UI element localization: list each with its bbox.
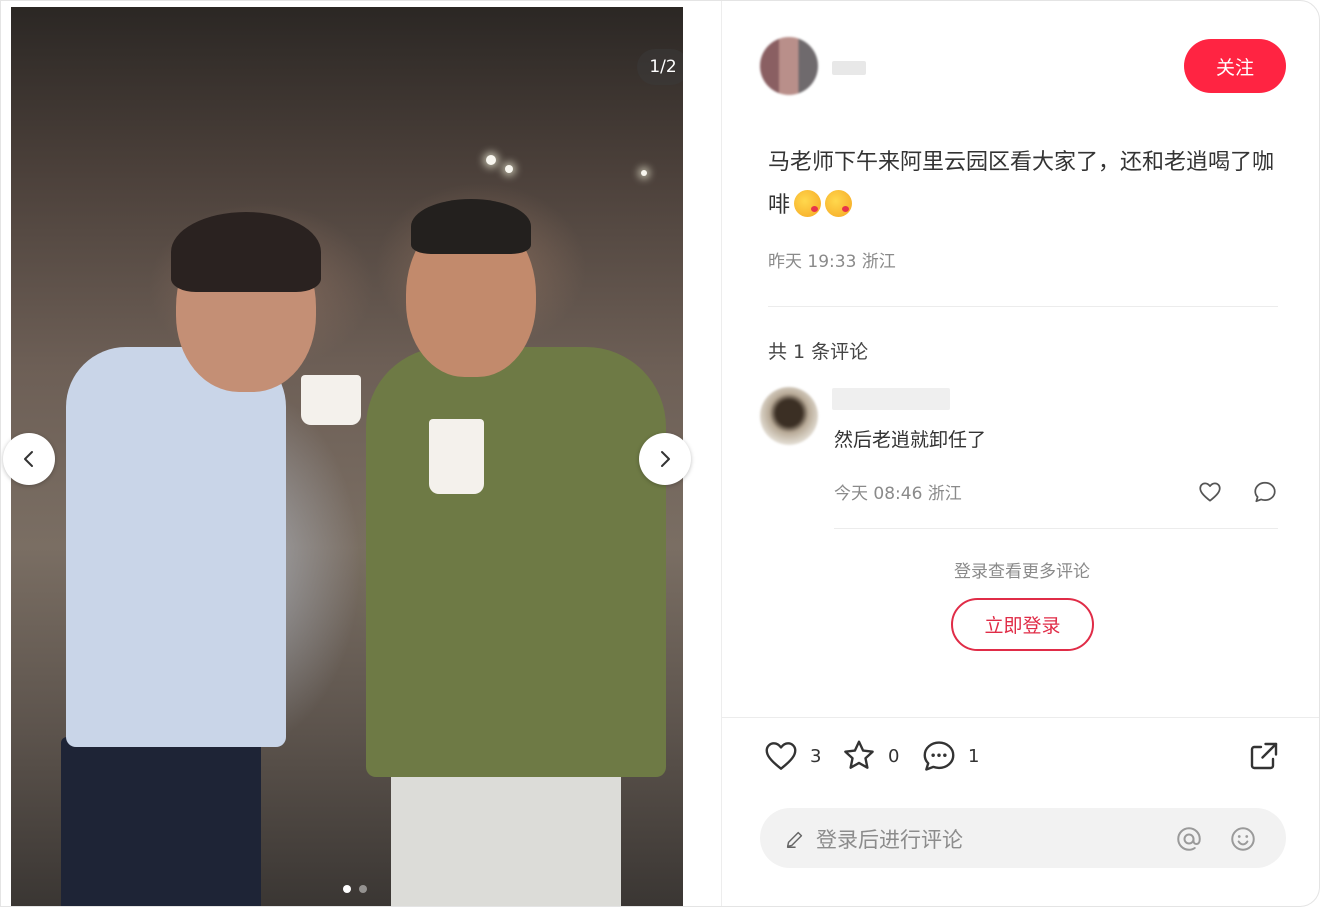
prev-image-button[interactable] [3,433,55,485]
comment-input-bar[interactable]: 登录后进行评论 [760,808,1286,868]
kiss-emoji-icon [794,190,822,217]
photo-person-left-pants [61,737,261,906]
comment-button[interactable]: 1 [920,736,979,776]
divider [722,717,1319,718]
comment-date-location: 今天 08:46 浙江 [834,484,962,504]
commenter-avatar[interactable] [760,387,818,445]
image-counter: 1/2 [637,49,683,85]
star-icon [844,740,874,769]
photo-person-right-shirt [366,347,666,777]
ceiling-light [641,170,647,176]
commenter-name-redacted[interactable] [832,388,950,410]
kiss-emoji-icon [825,190,853,217]
login-button[interactable]: 立即登录 [951,598,1094,651]
at-mention-icon[interactable] [1174,824,1204,854]
emoji-smile-icon[interactable] [1228,824,1258,854]
reply-bubble-icon[interactable] [1252,479,1278,505]
note-side-panel: 关注 马老师下午来阿里云园区看大家了，还和老逍喝了咖啡 昨天 19:33 浙江 … [721,1,1319,906]
like-button[interactable]: 3 [762,736,821,776]
author-avatar[interactable] [760,37,818,95]
follow-button[interactable]: 关注 [1184,39,1286,93]
carousel-dots [343,885,367,893]
photo-viewer[interactable]: 1/2 [11,7,683,906]
share-icon[interactable] [1246,738,1282,774]
collect-count: 0 [888,745,900,767]
comment-count: 共 1 条评论 [768,341,869,363]
like-count: 3 [810,745,822,767]
divider [768,306,1278,307]
photo-person-left-shirt [66,347,286,747]
note-detail-modal: 1/2 关注 马老师下午来阿里云园区看大家了，还和老逍喝了咖啡 昨天 19:33… [0,0,1320,907]
coffee-cup [429,419,484,494]
carousel-dot[interactable] [359,885,367,893]
comment-text: 然后老逍就卸任了 [834,429,987,451]
post-date-location: 昨天 19:33 浙江 [768,252,896,272]
chevron-left-icon [24,451,33,467]
author-name-redacted[interactable] [832,61,866,75]
login-more-comments-hint: 登录查看更多评论 [954,562,1090,582]
chevron-right-icon [661,451,670,467]
photo-person-left-hair [171,212,321,292]
heart-icon [765,742,797,770]
photo-person-right-hair [411,199,531,254]
coffee-cup [301,375,361,425]
ceiling-light [486,155,496,165]
heart-icon[interactable] [1197,479,1223,505]
ceiling-light [505,165,513,173]
comment-total: 1 [968,745,980,767]
post-content: 马老师下午来阿里云园区看大家了，还和老逍喝了咖啡 [768,141,1288,227]
divider [834,528,1278,529]
next-image-button[interactable] [639,433,691,485]
collect-button[interactable]: 0 [840,736,899,776]
carousel-dot[interactable] [343,885,351,893]
comment-bubble-icon [923,741,955,771]
comment-input-placeholder[interactable]: 登录后进行评论 [816,824,963,854]
pencil-icon [786,831,803,848]
